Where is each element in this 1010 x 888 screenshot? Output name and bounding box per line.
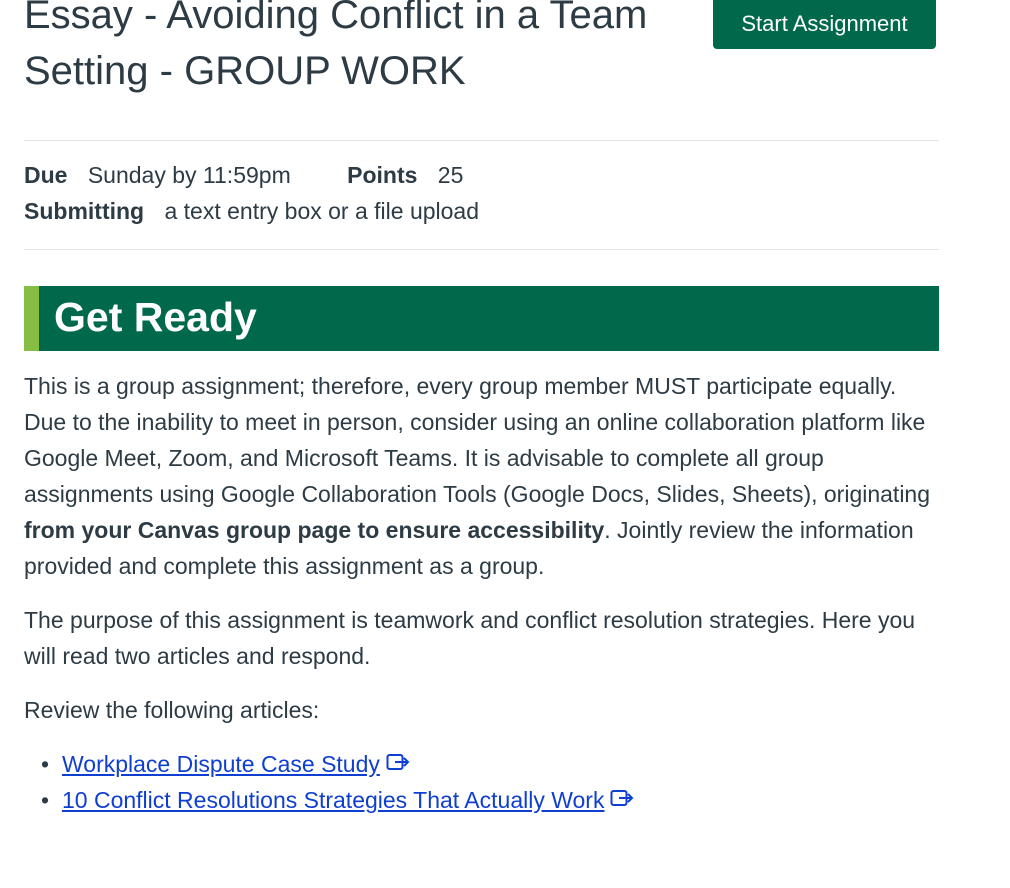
list-item: • Workplace Dispute Case Study [24,746,634,782]
review-paragraph: Review the following articles: [24,697,320,723]
intro-bold-text: from your Canvas group page to ensure ac… [24,517,605,543]
due-points-row: Due Sunday by 11:59pm Points 25 [24,160,463,190]
start-assignment-button[interactable]: Start Assignment [713,0,936,49]
submitting-value: a text entry box or a file upload [164,198,480,224]
due-value: Sunday by 11:59pm [87,162,291,188]
submitting-label: Submitting [24,198,145,224]
due-label: Due [24,162,68,188]
assignment-title: Essay - Avoiding Conflict in a Team Sett… [24,0,648,93]
divider [24,249,939,250]
article-link-workplace-dispute[interactable]: Workplace Dispute Case Study [62,751,380,777]
external-link-icon[interactable] [610,782,634,818]
external-link-icon[interactable] [386,746,410,782]
bullet: • [41,751,50,777]
intro-text: This is a group assignment; therefore, e… [24,373,931,507]
purpose-paragraph: The purpose of this assignment is teamwo… [24,607,916,669]
points-label: Points [347,162,418,188]
intro-paragraph: This is a group assignment; therefore, e… [24,368,939,584]
section-heading: Get Ready [54,294,257,340]
article-link-conflict-strategies[interactable]: 10 Conflict Resolutions Strategies That … [62,787,604,813]
article-list: • Workplace Dispute Case Study • 10 Conf… [24,746,634,818]
list-item: • 10 Conflict Resolutions Strategies Tha… [24,782,634,818]
submitting-row: Submitting a text entry box or a file up… [24,196,479,226]
bullet: • [41,787,50,813]
divider [24,140,939,141]
section-header: Get Ready [24,286,939,351]
points-value: 25 [437,162,464,188]
